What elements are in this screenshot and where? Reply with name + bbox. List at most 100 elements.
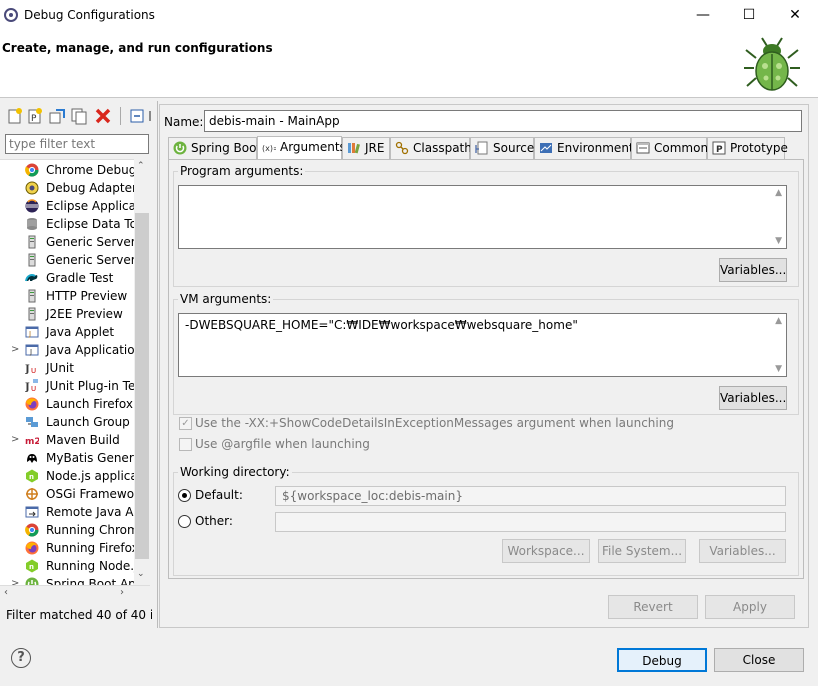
scroll-left-icon[interactable]: ‹ — [4, 587, 8, 598]
sash[interactable] — [157, 101, 158, 628]
tab-jre[interactable]: JRE — [342, 137, 390, 159]
nodejs-icon: n — [25, 469, 39, 483]
tab-spring-boot[interactable]: Spring Boot — [168, 137, 261, 159]
tab-label: Arguments — [280, 140, 346, 154]
radio-button[interactable] — [178, 515, 191, 528]
scroll-right-icon[interactable]: › — [120, 587, 124, 598]
scroll-down-icon[interactable]: ⌄ — [137, 569, 145, 579]
window-title: Debug Configurations — [24, 8, 155, 22]
vm-arguments-textarea[interactable]: -DWEBSQUARE_HOME="C:₩IDE₩workspace₩websq… — [178, 313, 787, 377]
tree-item[interactable]: Launch Group — [0, 413, 134, 431]
tree-item[interactable]: Eclipse Data Too — [0, 215, 134, 233]
textarea-scroll-down-icon[interactable]: ▼ — [775, 236, 782, 246]
tree-item[interactable]: J U JUnit Plug-in Te — [0, 377, 134, 395]
apply-button[interactable]: Apply — [705, 595, 795, 619]
tree-item[interactable]: > m2 Maven Build — [0, 431, 134, 449]
tab-source[interactable]: Source — [470, 137, 534, 159]
file-system-button[interactable]: File System... — [598, 539, 686, 563]
tree-item-label: OSGi Framework — [46, 487, 134, 501]
tree-item[interactable]: J Java Applet — [0, 323, 134, 341]
tree-item-label: HTTP Preview — [46, 289, 128, 303]
revert-button[interactable]: Revert — [608, 595, 698, 619]
textarea-scroll-up-icon[interactable]: ▲ — [775, 316, 782, 326]
tree-item[interactable]: MyBatis Generat — [0, 449, 134, 467]
spring-boot-icon — [25, 577, 39, 585]
configuration-editor: Name: debis-main - MainApp Spring Boot (x… — [159, 104, 809, 628]
name-input[interactable]: debis-main - MainApp — [204, 110, 802, 132]
tree-item[interactable]: HTTP Preview — [0, 287, 134, 305]
tree-item[interactable]: J U JUnit — [0, 359, 134, 377]
filter-input[interactable] — [5, 134, 149, 154]
prototype-icon: P — [712, 141, 726, 155]
program-arguments-textarea[interactable]: ▲ ▼ — [178, 185, 787, 249]
tree-item[interactable]: n Node.js applicat — [0, 467, 134, 485]
tree-item[interactable]: Launch Firefox D — [0, 395, 134, 413]
filter-status: Filter matched 40 of 40 ite — [6, 608, 152, 622]
duplicate-configuration-icon[interactable] — [70, 107, 88, 125]
tree-item-label: Launch Group — [46, 415, 130, 429]
tab-label: Prototype — [730, 141, 788, 155]
show-code-details-checkbox[interactable]: ✓ Use the -XX:+ShowCodeDetailsInExceptio… — [179, 416, 779, 432]
tree-item-label: Running Chrom — [46, 523, 134, 537]
tree-item[interactable]: Generic Server — [0, 233, 134, 251]
workspace-button[interactable]: Workspace... — [502, 539, 590, 563]
tree-item[interactable]: Debug Adapter — [0, 179, 134, 197]
checkbox-box[interactable]: ✓ — [179, 417, 192, 430]
database-icon — [25, 217, 39, 231]
common-icon — [636, 141, 650, 155]
tree-item[interactable]: Generic Server(E — [0, 251, 134, 269]
tree-item[interactable]: Remote Java Ap — [0, 503, 134, 521]
tree-item[interactable]: Eclipse Applicati — [0, 197, 134, 215]
tree-item[interactable]: Chrome Debug — [0, 161, 134, 179]
tab-classpath[interactable]: Classpath — [390, 137, 472, 159]
close-button[interactable]: Close — [714, 648, 804, 672]
close-window-button[interactable]: ✕ — [772, 0, 818, 30]
tab-common[interactable]: Common — [631, 137, 708, 159]
tree-item[interactable]: J2EE Preview — [0, 305, 134, 323]
tree-item[interactable]: > Spring Boot App — [0, 575, 134, 585]
filter-menu-icon[interactable] — [148, 107, 156, 125]
other-radio[interactable]: Other: — [178, 514, 268, 530]
vm-variables-button[interactable]: Variables... — [719, 386, 787, 410]
export-configuration-icon[interactable] — [48, 107, 66, 125]
collapse-all-icon[interactable] — [128, 107, 146, 125]
expand-chevron-icon[interactable]: > — [11, 431, 21, 449]
help-icon[interactable]: ? — [11, 648, 31, 668]
tree-item[interactable]: Running Firefox — [0, 539, 134, 557]
delete-configuration-icon[interactable] — [94, 107, 112, 125]
configuration-list-panel: P Chrome Debug Debug Adapter Eclipse Appli… — [0, 101, 155, 628]
tree-item[interactable]: Running Chrom — [0, 521, 134, 539]
tab-label: Spring Boot — [191, 141, 262, 155]
java-applet-icon: J — [25, 325, 39, 339]
maximize-button[interactable]: ☐ — [726, 0, 772, 30]
tab-arguments[interactable]: (x)= Arguments — [257, 136, 346, 159]
default-radio[interactable]: Default: — [178, 488, 268, 504]
argfile-checkbox[interactable]: Use @argfile when launching — [179, 437, 779, 453]
checkbox-box[interactable] — [179, 438, 192, 451]
textarea-scroll-down-icon[interactable]: ▼ — [775, 364, 782, 374]
scrollbar-thumb[interactable] — [135, 213, 149, 559]
new-configuration-icon[interactable] — [6, 107, 24, 125]
debug-button[interactable]: Debug — [617, 648, 707, 672]
tab-environment[interactable]: Environment — [534, 137, 634, 159]
tree-item-label: Launch Firefox D — [46, 397, 134, 411]
tree-item[interactable]: OSGi Framework — [0, 485, 134, 503]
expand-chevron-icon[interactable]: > — [11, 575, 21, 585]
tree-item[interactable]: n Running Node.js — [0, 557, 134, 575]
tab-prototype[interactable]: P Prototype — [707, 137, 788, 159]
configuration-tree: Chrome Debug Debug Adapter Eclipse Applica… — [0, 159, 150, 585]
argfile-label: Use @argfile when launching — [195, 437, 370, 451]
textarea-scroll-up-icon[interactable]: ▲ — [775, 188, 782, 198]
minimize-button[interactable]: — — [680, 0, 726, 30]
working-dir-variables-button[interactable]: Variables... — [699, 539, 786, 563]
other-directory-field[interactable] — [275, 512, 786, 532]
tree-item[interactable]: Gradle Test — [0, 269, 134, 287]
scroll-up-icon[interactable]: ⌃ — [137, 161, 145, 171]
program-variables-button[interactable]: Variables... — [719, 258, 787, 282]
expand-chevron-icon[interactable]: > — [11, 341, 21, 359]
tree-horizontal-scrollbar[interactable]: ‹ › — [0, 585, 150, 601]
new-prototype-icon[interactable]: P — [26, 107, 44, 125]
radio-button[interactable] — [178, 489, 191, 502]
tree-vertical-scrollbar[interactable]: ⌃ ⌄ — [134, 159, 150, 585]
tree-item[interactable]: > J Java Application — [0, 341, 134, 359]
